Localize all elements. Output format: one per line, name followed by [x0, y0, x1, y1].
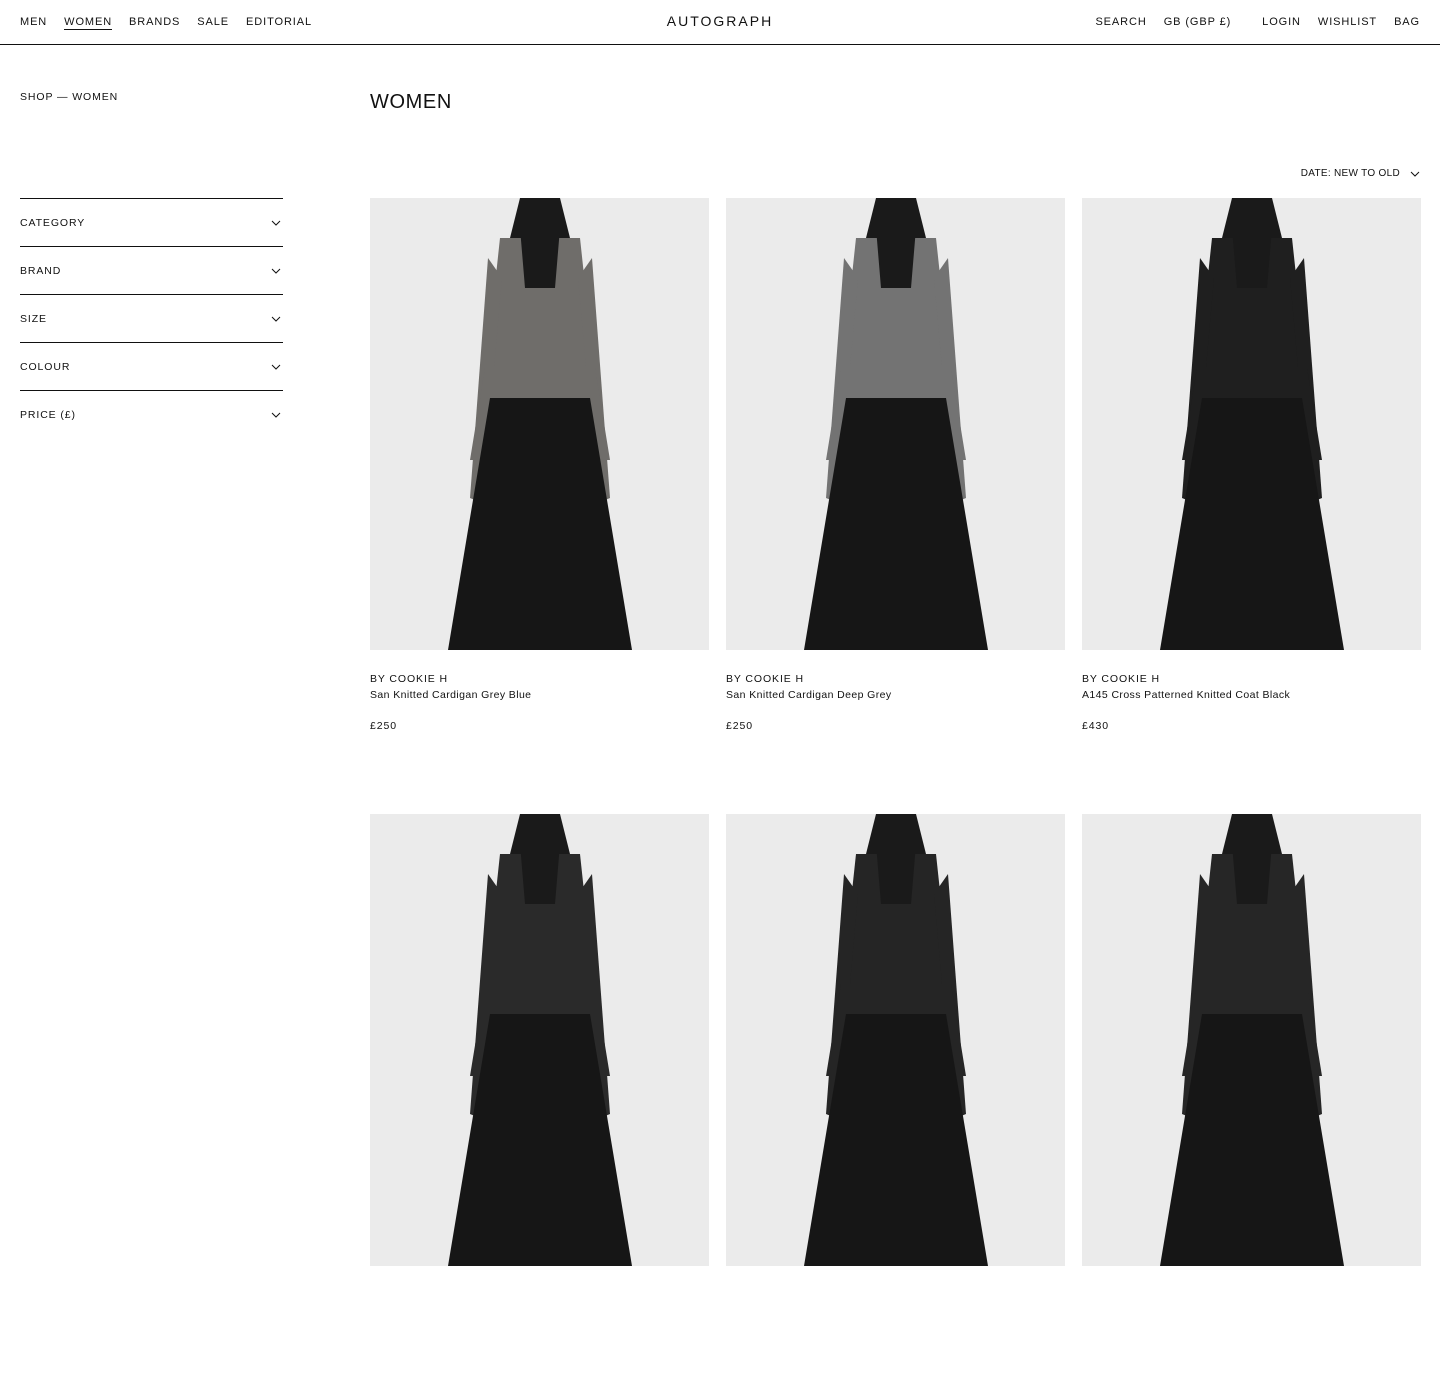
- filter-label: BRAND: [20, 264, 62, 277]
- product-card[interactable]: [370, 814, 709, 1390]
- product-image[interactable]: [370, 814, 709, 1266]
- product-meta: [1082, 1266, 1421, 1390]
- product-price: £430: [1082, 720, 1109, 732]
- product-name[interactable]: A145 Cross Patterned Knitted Coat Black: [1082, 688, 1421, 702]
- product-meta: BY COOKIE H A145 Cross Patterned Knitted …: [1082, 650, 1421, 774]
- product-meta: [370, 1266, 709, 1390]
- product-card[interactable]: BY COOKIE H San Knitted Cardigan Deep Gre…: [726, 198, 1065, 774]
- filter-brand[interactable]: BRAND: [20, 246, 283, 294]
- chevron-down-icon: [271, 314, 281, 324]
- product-brand[interactable]: BY COOKIE H: [1082, 672, 1421, 686]
- chevron-down-icon: [1410, 169, 1420, 179]
- product-image[interactable]: [370, 198, 709, 650]
- filter-label: SIZE: [20, 312, 47, 325]
- filter-size[interactable]: SIZE: [20, 294, 283, 342]
- product-image[interactable]: [1082, 814, 1421, 1266]
- product-grid: BY COOKIE H San Knitted Cardigan Grey Blu…: [370, 198, 1421, 1390]
- product-meta: BY COOKIE H San Knitted Cardigan Deep Gre…: [726, 650, 1065, 774]
- sort-label: DATE: NEW TO OLD: [1300, 168, 1400, 179]
- product-brand[interactable]: BY COOKIE H: [726, 672, 1065, 686]
- product-card[interactable]: BY COOKIE H A145 Cross Patterned Knitted …: [1082, 198, 1421, 774]
- filter-panel: CATEGORY BRAND SIZE COLOUR PRICE (£): [20, 198, 283, 438]
- product-card[interactable]: BY COOKIE H San Knitted Cardigan Grey Blu…: [370, 198, 709, 774]
- filter-colour[interactable]: COLOUR: [20, 342, 283, 390]
- bag-link[interactable]: BAG: [1394, 15, 1420, 29]
- currency-selector[interactable]: GB (GBP £): [1164, 15, 1231, 29]
- product-meta: BY COOKIE H San Knitted Cardigan Grey Blu…: [370, 650, 709, 774]
- page-title: WOMEN: [370, 91, 452, 113]
- filter-price[interactable]: PRICE (£): [20, 390, 283, 438]
- product-image[interactable]: [1082, 198, 1421, 650]
- chevron-down-icon: [271, 410, 281, 420]
- product-name[interactable]: San Knitted Cardigan Deep Grey: [726, 688, 1065, 702]
- product-image[interactable]: [726, 814, 1065, 1266]
- chevron-down-icon: [271, 362, 281, 372]
- product-meta: [726, 1266, 1065, 1390]
- sort-dropdown[interactable]: DATE: NEW TO OLD: [1301, 168, 1420, 179]
- product-price: £250: [726, 720, 753, 732]
- filter-label: CATEGORY: [20, 216, 86, 229]
- filter-category[interactable]: CATEGORY: [20, 198, 283, 246]
- product-brand[interactable]: BY COOKIE H: [370, 672, 709, 686]
- wishlist-link[interactable]: WISHLIST: [1318, 15, 1377, 29]
- filter-label: COLOUR: [20, 360, 71, 373]
- product-price: £250: [370, 720, 397, 732]
- utility-nav: SEARCH GB (GBP £) LOGIN WISHLIST BAG: [1095, 15, 1420, 29]
- product-card[interactable]: [1082, 814, 1421, 1390]
- product-card[interactable]: [726, 814, 1065, 1390]
- login-link[interactable]: LOGIN: [1262, 15, 1301, 29]
- product-image[interactable]: [726, 198, 1065, 650]
- chevron-down-icon: [271, 266, 281, 276]
- breadcrumb[interactable]: SHOP — WOMEN: [20, 91, 118, 103]
- chevron-down-icon: [271, 218, 281, 228]
- site-header: MEN WOMEN BRANDS SALE EDITORIAL AUTOGRAP…: [0, 0, 1440, 45]
- product-name[interactable]: San Knitted Cardigan Grey Blue: [370, 688, 709, 702]
- filter-label: PRICE (£): [20, 408, 76, 421]
- search-link[interactable]: SEARCH: [1095, 15, 1146, 29]
